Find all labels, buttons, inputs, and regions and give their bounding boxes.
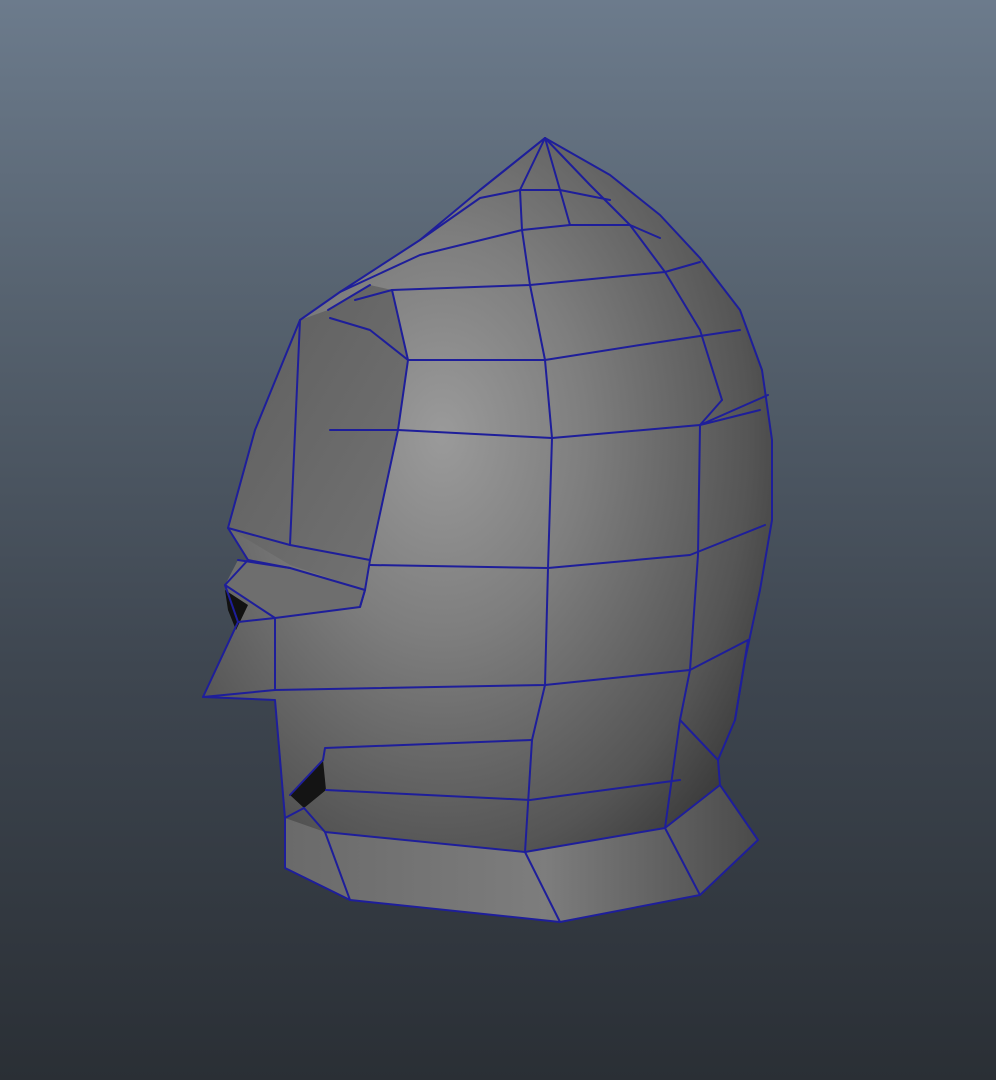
helmet-model[interactable] xyxy=(0,0,996,1080)
3d-viewport[interactable] xyxy=(0,0,996,1080)
